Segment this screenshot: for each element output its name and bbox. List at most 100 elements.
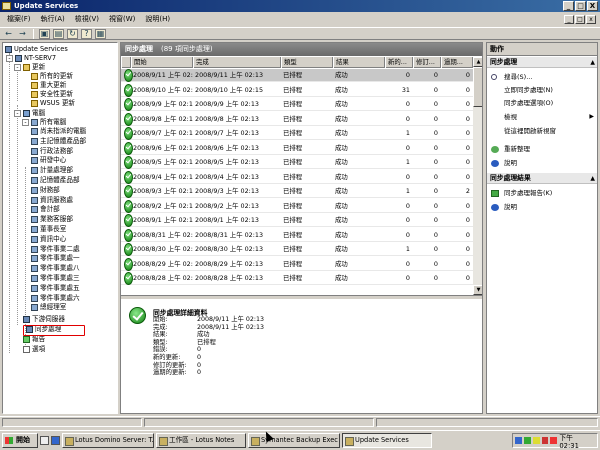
tree-group[interactable]: 業務客服部 (31, 215, 73, 224)
table-row[interactable]: 2008/9/7 上午 02:13 2008/9/7 上午 02:13 已排程 成功 1… (121, 127, 473, 140)
table-row[interactable]: 2008/8/30 上午 02:132008/8/30 上午 02:13 已排程 成… (121, 243, 473, 256)
table-row[interactable]: 2008/9/5 上午 02:13 2008/9/5 上午 02:13 已排程 成功 1… (121, 156, 473, 169)
task-backup-exec[interactable]: Symantec Backup Exec -... (248, 433, 340, 448)
back-arrow-icon[interactable]: ← (3, 29, 14, 39)
up-folder-icon[interactable]: ▣ (39, 28, 50, 39)
tray-shield-icon[interactable] (523, 437, 531, 444)
action-search[interactable]: 搜尋(S)... (487, 71, 597, 83)
col-new[interactable]: 新的... (385, 57, 413, 68)
table-row[interactable]: 2008/9/6 上午 02:13 2008/9/6 上午 02:13 已排程 成功 0… (121, 141, 473, 155)
refresh-icon[interactable]: ↻ (67, 28, 78, 39)
col-result[interactable]: 結果 (333, 57, 385, 68)
mdi-close-button[interactable]: x (586, 15, 596, 24)
table-row[interactable]: 2008/9/3 上午 02:13 2008/9/3 上午 02:13 已排程 成功 1… (121, 185, 473, 198)
show-hide-tree-icon[interactable]: ▤ (53, 28, 64, 39)
table-row[interactable]: 2008/9/1 上午 02:13 2008/9/1 上午 02:13 已排程 成功 0… (121, 214, 473, 227)
table-row[interactable]: 2008/8/29 上午 02:132008/8/29 上午 02:13 已排程 成… (121, 257, 473, 271)
menu-view[interactable]: 檢視(V) (70, 13, 104, 26)
actions-section-results[interactable]: 同步處理結果 ▲ (487, 173, 597, 184)
scroll-up-icon[interactable]: ▲ (473, 57, 482, 67)
tree-updates[interactable]: - 更新 (14, 63, 45, 72)
table-row[interactable]: 2008/9/10 上午 02:132008/9/10 上午 02:15 已排程 成… (121, 83, 473, 97)
vertical-scrollbar[interactable]: ▲ ▼ (473, 57, 482, 295)
tree-server[interactable]: - NT-SERV7 (6, 54, 56, 63)
tree-computers[interactable]: - 電腦 (14, 109, 45, 118)
action-help[interactable]: 說明 (487, 157, 597, 169)
table-row[interactable]: 2008/9/11 上午 02:132008/9/11 上午 02:13 已排程 成… (121, 69, 473, 82)
table-row[interactable]: 2008/9/9 上午 02:13 2008/9/9 上午 02:13 已排程 成功 0… (121, 98, 473, 111)
tree-security-updates[interactable]: 安全性更新 (31, 90, 73, 99)
collapse-icon[interactable]: ▲ (590, 57, 595, 68)
table-row[interactable]: 2008/9/2 上午 02:13 2008/9/2 上午 02:13 已排程 成功 0… (121, 199, 473, 213)
tree-group[interactable]: 資訊中心 (31, 235, 66, 244)
menu-help[interactable]: 說明(H) (140, 13, 175, 26)
properties-icon[interactable]: ▦ (95, 28, 106, 39)
tree-group[interactable]: 財務部 (31, 186, 60, 195)
tree-group[interactable]: 主記憶體產品部 (31, 137, 86, 146)
mdi-restore-button[interactable]: □ (575, 15, 585, 24)
tree-all-computers[interactable]: - 所有電腦 (22, 118, 66, 127)
tree-group[interactable]: 董事長室 (31, 225, 66, 234)
tree-group[interactable]: 研發中心 (31, 156, 66, 165)
task-lotus-domino[interactable]: Lotus Domino Server: T... (62, 433, 154, 448)
tree-group[interactable]: 零件事業處六 (31, 294, 80, 303)
quicklaunch-browser-icon[interactable] (51, 436, 60, 445)
tree-group[interactable]: 尚未指派的電腦 (31, 127, 86, 136)
tray-alert-icon[interactable] (550, 437, 558, 444)
col-expired[interactable]: 過期... (441, 57, 473, 68)
tree-options[interactable]: 選項 (23, 345, 45, 354)
action-sync-options[interactable]: 同步處理選項(O) (487, 97, 597, 109)
tree-downstream-servers[interactable]: 下游伺服器 (23, 315, 65, 324)
tree-group[interactable]: 零件事業二處 (31, 245, 80, 254)
tree-all-updates[interactable]: 所有的更新 (31, 72, 73, 81)
quicklaunch-desktop-icon[interactable] (40, 436, 49, 445)
table-row[interactable]: 2008/9/4 上午 02:13 2008/9/4 上午 02:13 已排程 成功 0… (121, 170, 473, 184)
action-sync-now[interactable]: 立即同步處理(N) (487, 84, 597, 96)
actions-section-sync[interactable]: 同步處理 ▲ (487, 57, 597, 68)
tray-notes-icon[interactable] (532, 437, 540, 444)
col-revised[interactable]: 修訂... (413, 57, 441, 68)
forward-arrow-icon[interactable]: → (17, 29, 28, 39)
task-update-services[interactable]: Update Services (342, 433, 432, 448)
tree-group[interactable]: 總經理室 (31, 303, 66, 312)
col-status[interactable] (121, 57, 131, 68)
col-start[interactable]: 開始 (131, 57, 193, 68)
tree-group[interactable]: 零件事業處一 (31, 254, 80, 263)
tree-critical-updates[interactable]: 重大更新 (31, 81, 66, 90)
collapse-icon[interactable]: ▲ (590, 173, 595, 184)
tree-group[interactable]: 零件事業處八 (31, 264, 80, 273)
scroll-thumb[interactable] (473, 67, 482, 107)
table-row[interactable]: 2008/8/28 上午 02:132008/8/28 上午 02:13 已排程 成… (121, 272, 473, 285)
table-row[interactable]: 2008/9/8 上午 02:13 2008/9/8 上午 02:13 已排程 成功 0… (121, 112, 473, 126)
minimize-button[interactable]: _ (563, 1, 574, 11)
start-button[interactable]: 開始 (2, 433, 38, 448)
tree-group[interactable]: 會計部 (31, 205, 60, 214)
tree-wsus-updates[interactable]: WSUS 更新 (31, 99, 75, 108)
action-new-window[interactable]: 從這裡開啟新視窗 (487, 125, 597, 137)
menu-action[interactable]: 執行(A) (36, 13, 70, 26)
tree-group[interactable]: 行政法務部 (31, 147, 73, 156)
action-refresh[interactable]: 重新整理 (487, 143, 597, 155)
tree-root[interactable]: Update Services (5, 45, 68, 54)
tray-k-icon[interactable] (541, 437, 549, 444)
tree-group[interactable]: 零件事業處五 (31, 284, 80, 293)
maximize-button[interactable]: □ (575, 1, 586, 11)
tree-group[interactable]: 記憶體產品部 (31, 176, 80, 185)
action-view[interactable]: 檢視 ▶ (487, 111, 597, 123)
action-help-2[interactable]: 說明 (487, 201, 597, 213)
col-type[interactable]: 類型 (281, 57, 333, 68)
menu-file[interactable]: 檔案(F) (2, 13, 36, 26)
tray-network-icon[interactable] (515, 437, 522, 444)
tree-group[interactable]: 零件事業處三 (31, 274, 80, 283)
menu-window[interactable]: 視窗(W) (104, 13, 140, 26)
col-end[interactable]: 完成 (193, 57, 281, 68)
tree-reports[interactable]: 報告 (23, 335, 45, 344)
tree-group[interactable]: 計量處理部 (31, 166, 73, 175)
tree-group[interactable]: 資訊服務處 (31, 196, 73, 205)
close-button[interactable]: X (587, 1, 598, 11)
mdi-minimize-button[interactable]: _ (564, 15, 574, 24)
help-icon[interactable]: ? (81, 28, 92, 39)
table-row[interactable]: 2008/8/31 上午 02:132008/8/31 上午 02:13 已排程 成… (121, 228, 473, 242)
scroll-down-icon[interactable]: ▼ (473, 285, 482, 295)
action-sync-report[interactable]: 同步處理報告(K) (487, 187, 597, 199)
